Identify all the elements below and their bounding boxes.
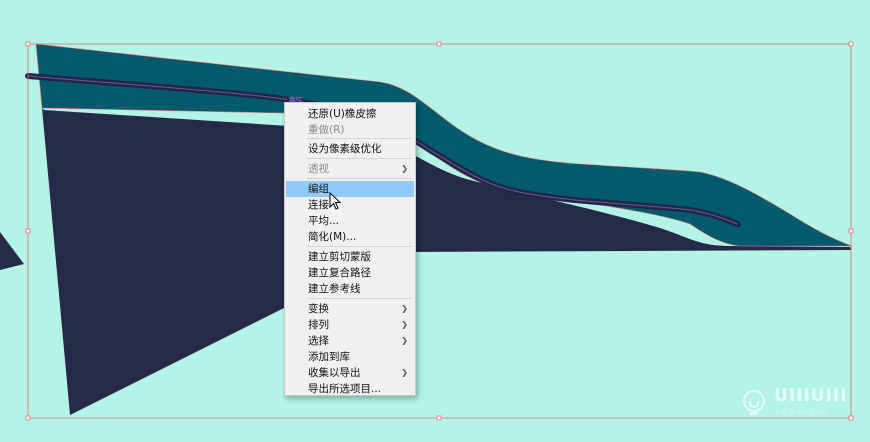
menu-item[interactable]: 透视 ❯ [286, 161, 414, 177]
context-menu[interactable]: 还原(U)橡皮擦 重做(R) 设为像素级优化 透视 ❯ 编组连接平均... 简化(M)...… [284, 102, 416, 396]
menu-item-label: 透视 [308, 163, 329, 175]
menu-item[interactable]: 重做(R) [286, 122, 414, 138]
menu-item-label: 建立参考线 [308, 283, 361, 295]
submenu-arrow-icon: ❯ [401, 320, 408, 329]
watermark: UIIIUIII 优设 优秀网页设计 [740, 386, 855, 418]
menu-item-label: 还原(U)橡皮擦 [308, 108, 377, 120]
menu-item-label: 建立复合路径 [308, 267, 371, 279]
menu-item[interactable]: 设为像素级优化 [286, 141, 414, 157]
menu-item[interactable]: 编组 [286, 181, 414, 197]
menu-item-label: 设为像素级优化 [308, 143, 382, 155]
watermark-subtitle: 优设 优秀网页设计 [774, 410, 829, 416]
menu-item-label: 选择 [308, 335, 329, 347]
menu-item-label: 变换 [308, 303, 329, 315]
mouse-cursor-icon [329, 192, 342, 210]
submenu-arrow-icon: ❯ [401, 164, 408, 173]
menu-separator [307, 246, 412, 247]
submenu-arrow-icon: ❯ [401, 304, 408, 313]
submenu-arrow-icon: ❯ [401, 336, 408, 345]
menu-item[interactable]: 变换 ❯ [286, 301, 414, 317]
menu-item-label: 平均... [308, 215, 340, 227]
menu-item-label: 排列 [308, 319, 329, 331]
menu-separator [307, 158, 412, 159]
menu-separator [307, 138, 412, 139]
menu-item[interactable]: 导出所选项目... [286, 381, 414, 397]
watermark-text: UIIIUIII [774, 386, 848, 406]
menu-item[interactable]: 连接 [286, 197, 414, 213]
menu-item-label: 连接 [308, 199, 329, 211]
menu-item[interactable]: 还原(U)橡皮擦 [286, 106, 414, 122]
menu-item-label: 导出所选项目... [308, 383, 382, 395]
menu-separator [307, 298, 412, 299]
menu-item[interactable]: 添加到库 [286, 349, 414, 365]
menu-item-label: 重做(R) [308, 124, 345, 136]
menu-item-label: 添加到库 [308, 351, 350, 363]
partial-arrow-shape[interactable] [0, 232, 24, 270]
menu-item-label: 收集以导出 [308, 367, 361, 379]
menu-separator [307, 178, 412, 179]
menu-item[interactable]: 建立剪切蒙版 [286, 249, 414, 265]
menu-item-label: 编组 [308, 183, 329, 195]
menu-item[interactable]: 收集以导出 ❯ [286, 365, 414, 381]
menu-item[interactable]: 平均... [286, 213, 414, 229]
menu-item-label: 建立剪切蒙版 [308, 251, 371, 263]
menu-item-label: 简化(M)... [308, 231, 357, 243]
menu-item[interactable]: 简化(M)... [286, 229, 414, 245]
artboard-canvas[interactable] [0, 0, 870, 442]
submenu-arrow-icon: ❯ [401, 368, 408, 377]
lightbulb-logo-icon [743, 390, 765, 415]
menu-item[interactable]: 排列 ❯ [286, 317, 414, 333]
menu-item[interactable]: 建立复合路径 [286, 265, 414, 281]
menu-item[interactable]: 选择 ❯ [286, 333, 414, 349]
menu-item[interactable]: 建立参考线 [286, 281, 414, 297]
